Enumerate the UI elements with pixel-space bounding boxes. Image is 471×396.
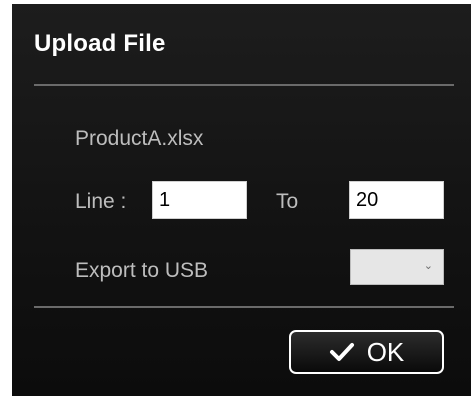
ok-button-label: OK xyxy=(366,336,405,367)
to-label: To xyxy=(276,190,299,213)
line-label: Line : xyxy=(75,190,127,213)
file-name: ProductA.xlsx xyxy=(75,127,204,150)
export-usb-select[interactable]: ⌄ xyxy=(350,249,444,285)
dialog-title: Upload File xyxy=(34,30,166,57)
footer-divider xyxy=(34,306,454,308)
title-divider xyxy=(34,84,454,86)
upload-file-dialog: Upload File ProductA.xlsx Line : To Expo… xyxy=(12,4,471,396)
line-to-input[interactable] xyxy=(349,181,444,219)
line-from-input[interactable] xyxy=(152,181,247,219)
checkmark-icon xyxy=(329,343,354,361)
chevron-down-icon: ⌄ xyxy=(423,259,433,272)
ok-button[interactable]: OK xyxy=(289,330,444,374)
export-to-usb-label: Export to USB xyxy=(75,259,209,282)
